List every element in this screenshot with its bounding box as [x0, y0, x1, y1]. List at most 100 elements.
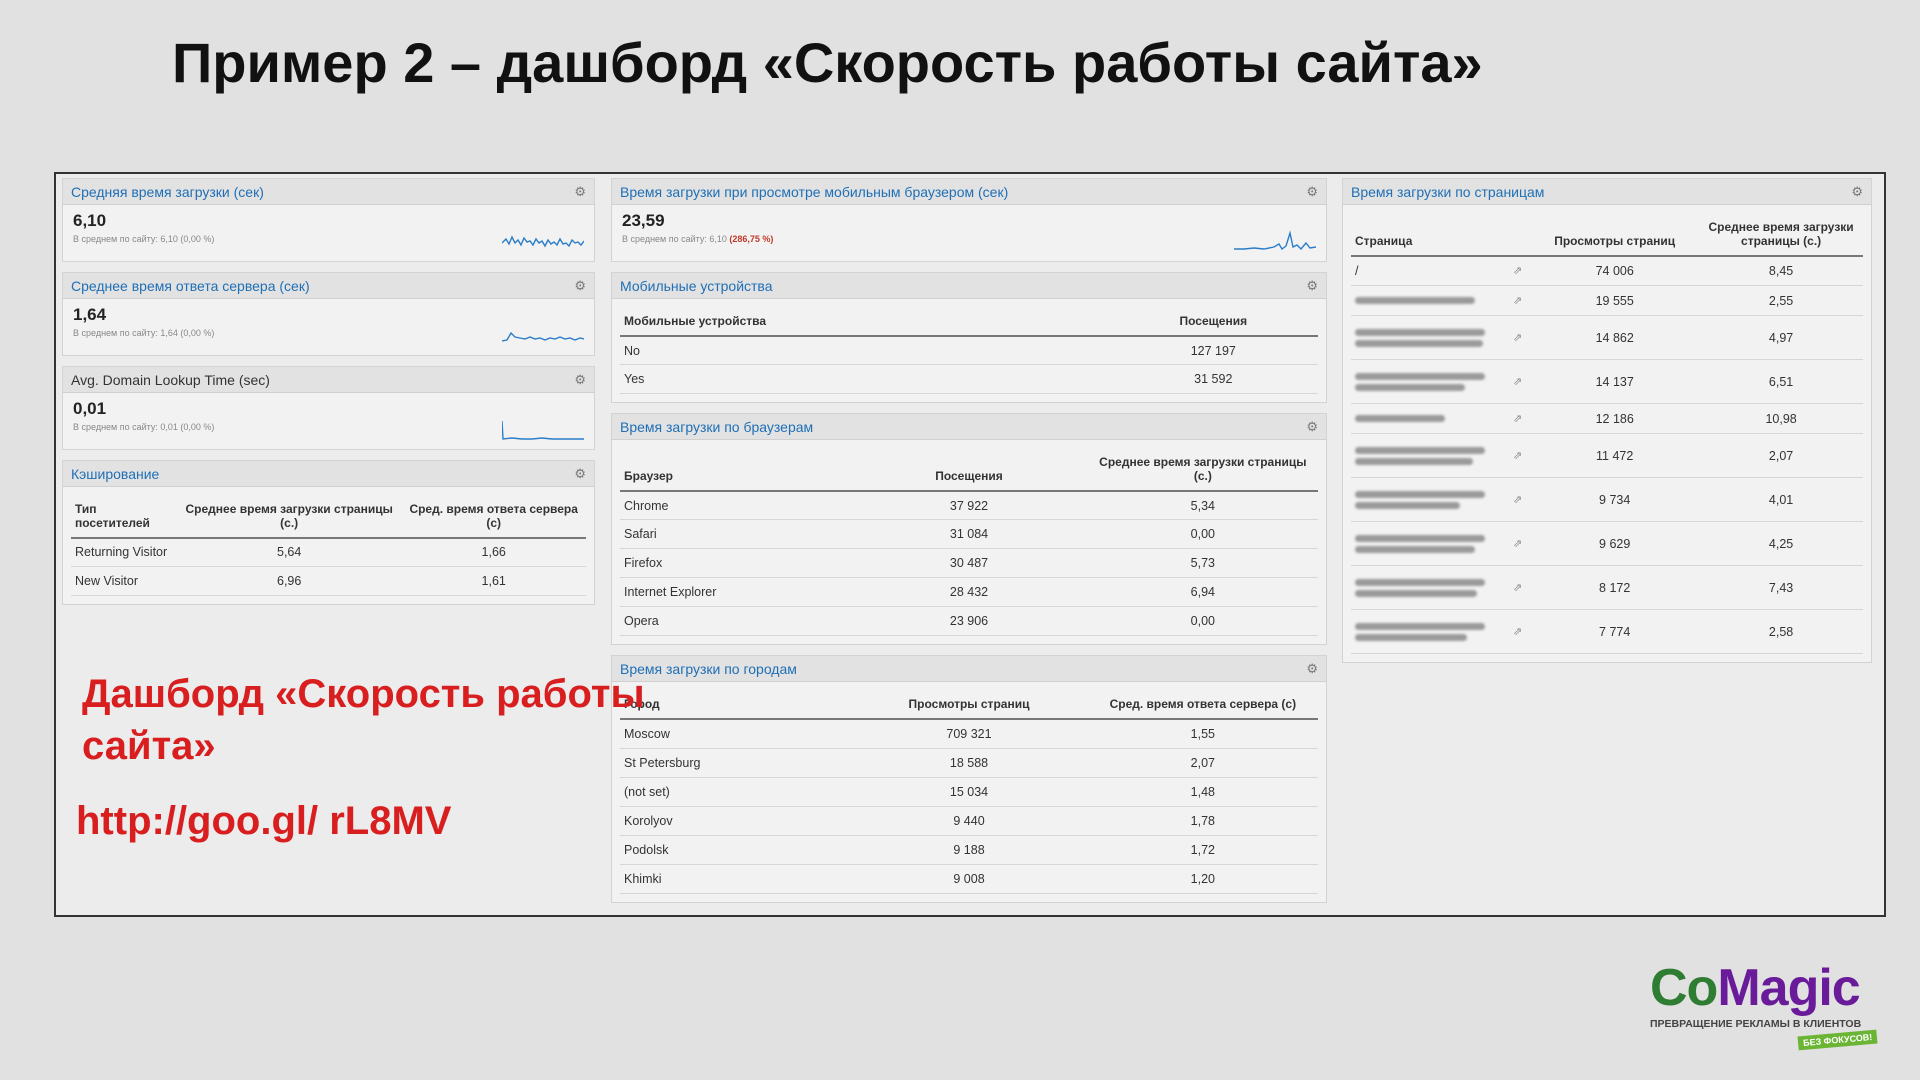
table-cell: 1,61: [401, 566, 586, 597]
browsers-table: Браузер Посещения Среднее время загрузки…: [620, 450, 1318, 637]
external-link-icon[interactable]: ⇗: [1513, 493, 1522, 506]
table-row: ⇗ 7 774 2,58: [1351, 609, 1863, 655]
table-cell: Firefox: [620, 548, 851, 579]
widget-title[interactable]: Время загрузки по браузерам: [620, 419, 813, 435]
external-link-icon[interactable]: ⇗: [1513, 294, 1522, 307]
column-header[interactable]: Браузер: [620, 450, 851, 492]
gear-icon[interactable]: ⚙: [574, 278, 586, 294]
redacted-page-path: [1355, 415, 1445, 423]
gear-icon[interactable]: ⚙: [574, 372, 586, 388]
table-cell: 127 197: [1108, 335, 1318, 366]
table-cell: Opera: [620, 606, 851, 637]
page-cell[interactable]: ⇗: [1351, 433, 1531, 479]
sparkline: [502, 420, 584, 440]
external-link-icon[interactable]: ⇗: [1513, 449, 1522, 462]
external-link-icon[interactable]: ⇗: [1513, 412, 1522, 425]
widget-header: Время загрузки при просмотре мобильным б…: [612, 179, 1326, 205]
table-cell: Chrome: [620, 490, 851, 521]
table-cell: 1,48: [1087, 777, 1318, 807]
gear-icon[interactable]: ⚙: [1306, 278, 1318, 294]
redacted-page-path: [1355, 457, 1473, 465]
redacted-page-path: [1355, 490, 1485, 498]
page-cell[interactable]: ⇗: [1351, 477, 1531, 523]
external-link-icon[interactable]: ⇗: [1513, 581, 1522, 594]
page-cell[interactable]: ⇗: [1351, 609, 1531, 655]
column-header[interactable]: Среднее время загрузки страницы (с.): [1087, 450, 1318, 492]
external-link-icon[interactable]: ⇗: [1513, 331, 1522, 344]
table-cell: 19 555: [1530, 285, 1700, 317]
widget-title[interactable]: Мобильные устройства: [620, 278, 773, 294]
widget-title[interactable]: Avg. Domain Lookup Time (sec): [71, 372, 270, 388]
table-row: ⇗ 11 472 2,07: [1351, 433, 1863, 479]
table-row: Yes 31 592: [620, 364, 1318, 395]
table-wrapper: Страница Просмотры страниц Среднее время…: [1343, 205, 1871, 662]
widget-browser-load-time: Время загрузки по браузерам ⚙ Браузер По…: [611, 413, 1327, 646]
column-header[interactable]: Посещения: [1108, 309, 1318, 337]
sparkline: [502, 331, 584, 342]
page-cell[interactable]: / ⇗: [1351, 255, 1531, 287]
table-cell: 5,64: [176, 537, 402, 568]
slide-title: Пример 2 – дашборд «Скорость работы сайт…: [172, 31, 1483, 94]
metric-body: 0,01 В среднем по сайту: 0,01 (0,00 %): [63, 393, 594, 449]
logo-part-2: Magic: [1717, 959, 1860, 1017]
external-link-icon[interactable]: ⇗: [1513, 375, 1522, 388]
table-row: No 127 197: [620, 335, 1318, 366]
table-cell: 9 629: [1530, 521, 1700, 567]
column-header[interactable]: Среднее время загрузки страницы (с.): [176, 497, 402, 539]
gear-icon[interactable]: ⚙: [574, 466, 586, 482]
page-cell[interactable]: ⇗: [1351, 315, 1531, 361]
column-header[interactable]: Просмотры страниц: [1530, 215, 1700, 257]
widget-title[interactable]: Среднее время ответа сервера (сек): [71, 278, 310, 294]
redacted-page-path: [1355, 501, 1460, 509]
widget-city-load-time: Время загрузки по городам ⚙ Город Просмо…: [611, 655, 1327, 903]
column-header[interactable]: Страница: [1351, 215, 1531, 257]
column-header[interactable]: Просмотры страниц: [850, 692, 1088, 721]
page-cell[interactable]: ⇗: [1351, 565, 1531, 611]
table-row: Safari 31 084 0,00: [620, 519, 1318, 550]
widget-title[interactable]: Кэширование: [71, 466, 159, 482]
gear-icon[interactable]: ⚙: [574, 184, 586, 200]
table-cell: 28 432: [850, 577, 1088, 608]
table-cell: 5,73: [1087, 548, 1318, 579]
page-cell[interactable]: ⇗: [1351, 359, 1531, 405]
table-cell: (not set): [620, 777, 851, 807]
widget-header: Средняя время загрузки (сек) ⚙: [63, 179, 594, 205]
table-cell: 1,66: [401, 537, 586, 568]
redacted-page-path: [1355, 578, 1485, 586]
widget-title[interactable]: Время загрузки при просмотре мобильным б…: [620, 184, 1008, 200]
table-wrapper: Браузер Посещения Среднее время загрузки…: [612, 440, 1326, 644]
gear-icon[interactable]: ⚙: [1851, 184, 1863, 200]
page-cell[interactable]: ⇗: [1351, 285, 1531, 317]
table-wrapper: Мобильные устройства Посещения No 127 19…: [612, 299, 1326, 402]
table-row: ⇗ 9 734 4,01: [1351, 477, 1863, 523]
widget-domain-lookup-time: Avg. Domain Lookup Time (sec) ⚙ 0,01 В с…: [62, 366, 595, 450]
widget-mobile-load-time: Время загрузки при просмотре мобильным б…: [611, 178, 1327, 262]
gear-icon[interactable]: ⚙: [1306, 419, 1318, 435]
column-header[interactable]: Мобильные устройства: [620, 309, 1109, 337]
page-cell[interactable]: ⇗: [1351, 403, 1531, 435]
sparkline: [1234, 230, 1316, 251]
column-header[interactable]: Сред. время ответа сервера (с): [401, 497, 586, 539]
cities-table: Город Просмотры страниц Сред. время отве…: [620, 692, 1318, 894]
page-path[interactable]: /: [1355, 264, 1358, 278]
column-header[interactable]: Среднее время загрузки страницы (с.): [1699, 215, 1863, 257]
widget-title[interactable]: Средняя время загрузки (сек): [71, 184, 264, 200]
table-cell: 11 472: [1530, 433, 1700, 479]
gear-icon[interactable]: ⚙: [1306, 184, 1318, 200]
note-dashboard-title: Дашборд «Скорость работы сайта»: [82, 672, 645, 768]
redacted-page-path: [1355, 372, 1485, 380]
column-header[interactable]: Сред. время ответа сервера (с): [1087, 692, 1318, 721]
external-link-icon[interactable]: ⇗: [1513, 537, 1522, 550]
metric-subtext: В среднем по сайту: 6,10 (286,75 %): [622, 234, 1316, 244]
table-cell: 74 006: [1530, 255, 1700, 287]
page-cell[interactable]: ⇗: [1351, 521, 1531, 567]
external-link-icon[interactable]: ⇗: [1513, 625, 1522, 638]
widget-title[interactable]: Время загрузки по страницам: [1351, 184, 1544, 200]
gear-icon[interactable]: ⚙: [1306, 661, 1318, 677]
note-link[interactable]: http://goo.gl/ rL8MV: [76, 794, 476, 848]
table-cell: 37 922: [850, 490, 1088, 521]
column-header[interactable]: Тип посетителей: [71, 497, 177, 539]
external-link-icon[interactable]: ⇗: [1513, 264, 1522, 277]
table-row: ⇗ 8 172 7,43: [1351, 565, 1863, 611]
column-header[interactable]: Посещения: [850, 450, 1088, 492]
